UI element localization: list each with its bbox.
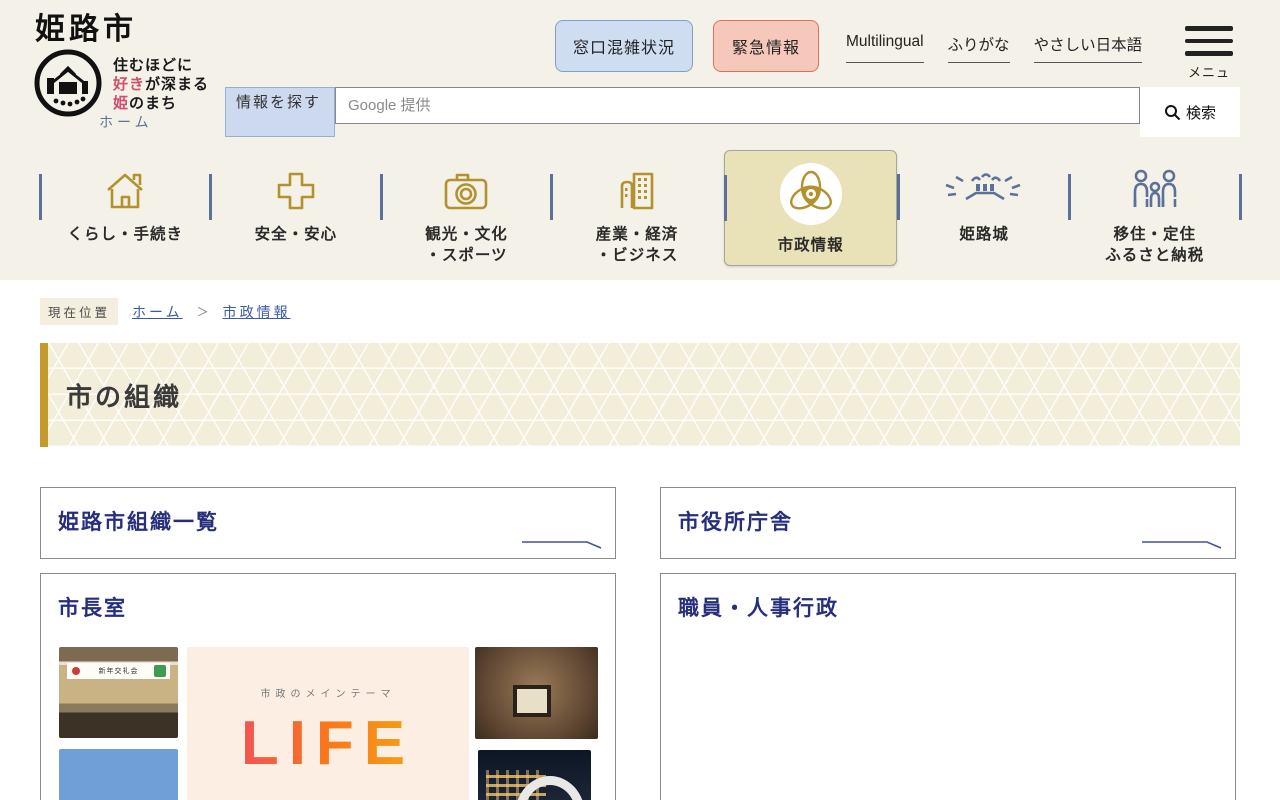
arrow-icon <box>1142 541 1222 549</box>
poster-subtitle: 市政のメインテーマ <box>260 689 396 700</box>
flag-dot <box>72 667 80 676</box>
easy-japanese-link[interactable]: やさしい日本語 <box>1033 33 1143 63</box>
award-group-photo <box>475 647 598 739</box>
city-emblem-icon <box>34 49 102 117</box>
breadcrumb-label: 現在位置 <box>40 298 119 325</box>
card-title: 市役所庁舎 <box>678 511 793 534</box>
site-header: 姫路市 住むほどに 好きが深まる 姫のまち ホーム 窓口混雑状況 緊急情報 Mu… <box>0 0 1280 280</box>
global-nav: くらし・手続き 安全・安心 観光・文化 ・スポーツ 産業・経済 ・ビジネス 市政… <box>38 150 1242 266</box>
card-personnel-administration[interactable]: 職員・人事行政 <box>660 573 1236 800</box>
site-tagline: 住むほどに 好きが深まる 姫のまち <box>113 57 210 112</box>
card-city-hall[interactable]: 市役所庁舎 <box>660 487 1236 559</box>
page-title-banner: 市の組織 <box>40 343 1240 447</box>
nav-label: 観光・文化 ・スポーツ <box>425 226 508 264</box>
page: 姫路市 住むほどに 好きが深まる 姫のまち ホーム 窓口混雑状況 緊急情報 Mu… <box>0 0 1280 800</box>
search-icon <box>1164 104 1181 120</box>
search-input[interactable] <box>335 87 1140 124</box>
poster-keywords: 命 くらし 一生 活力 <box>187 793 469 800</box>
night-event-photo <box>478 750 591 800</box>
poster-keyword: 活力 <box>395 793 443 800</box>
ceremony-photo: 新年交礼会 <box>59 647 178 738</box>
nav-item-himeji-castle[interactable]: 姫路城 <box>897 150 1070 266</box>
cross-icon <box>273 166 319 216</box>
card-title: 市長室 <box>58 597 127 620</box>
nav-label: くらし・手続き <box>67 226 184 243</box>
ceremony-banner-text: 新年交礼会 <box>98 668 139 676</box>
outdoor-event-photo <box>59 749 178 800</box>
nav-item-city-government-active[interactable]: 市政情報 <box>723 150 897 266</box>
house-icon <box>102 166 148 216</box>
nav-item-living-procedures[interactable]: くらし・手続き <box>38 150 211 266</box>
site-logo-text[interactable]: 姫路市 <box>35 4 137 48</box>
city-crest-icon <box>789 170 832 210</box>
utility-links: Multilingual ふりがな やさしい日本語 <box>846 33 1143 63</box>
furigana-link[interactable]: ふりがな <box>947 33 1010 63</box>
home-link[interactable]: ホーム <box>99 112 153 132</box>
nav-item-safety[interactable]: 安全・安心 <box>209 150 382 266</box>
poster-keyword: 一生 <box>334 793 382 800</box>
card-organization-list[interactable]: 姫路市組織一覧 <box>40 487 616 559</box>
page-title: 市の組織 <box>66 381 183 412</box>
card-title: 姫路市組織一覧 <box>58 511 219 534</box>
family-icon <box>1129 166 1181 216</box>
search-button[interactable]: 検索 <box>1140 87 1240 137</box>
card-mayor-office[interactable]: 市長室 新年交礼会 市政のメインテーマ LIFE 命 くらし 一生 活力 <box>40 573 616 800</box>
nav-label: 産業・経済 ・ビジネス <box>595 226 679 264</box>
poster-keyword: 命 <box>213 793 237 800</box>
crest-circle <box>779 163 842 225</box>
breadcrumb-home-link[interactable]: ホーム <box>132 302 183 322</box>
poster-title: LIFE <box>187 708 469 779</box>
emergency-info-button[interactable]: 緊急情報 <box>713 20 819 72</box>
arrow-icon <box>522 541 602 549</box>
card-title: 職員・人事行政 <box>678 597 839 620</box>
poster-keyword: くらし <box>250 793 322 800</box>
hamburger-icon <box>1185 26 1233 56</box>
award-frame <box>513 685 551 717</box>
nav-label: 移住・定住 ふるさと納税 <box>1105 226 1205 264</box>
multilingual-link[interactable]: Multilingual <box>846 33 924 63</box>
nav-item-migration-furusato-tax[interactable]: 移住・定住 ふるさと納税 <box>1067 150 1240 266</box>
breadcrumb-separator-icon: ＞ <box>196 305 209 319</box>
breadcrumb-current-link[interactable]: 市政情報 <box>223 302 291 322</box>
nav-label: 安全・安心 <box>254 226 338 243</box>
buildings-icon <box>615 166 659 216</box>
castle-icon <box>942 166 1026 216</box>
nav-item-tourism-culture-sports[interactable]: 観光・文化 ・スポーツ <box>379 150 552 266</box>
logo-row: 住むほどに 好きが深まる 姫のまち <box>33 48 209 118</box>
search-button-label: 検索 <box>1185 104 1216 122</box>
banner-logo <box>154 665 166 678</box>
search-section-label: 情報を探す <box>225 87 335 137</box>
window-congestion-button[interactable]: 窓口混雑状況 <box>555 20 693 72</box>
nav-label: 市政情報 <box>777 237 844 254</box>
nav-label: 姫路城 <box>959 226 1009 243</box>
breadcrumb: 現在位置 ホーム ＞ 市政情報 <box>40 298 291 325</box>
nav-item-industry-business[interactable]: 産業・経済 ・ビジネス <box>550 150 723 266</box>
life-poster: 市政のメインテーマ LIFE 命 くらし 一生 活力 <box>187 647 469 800</box>
camera-icon <box>442 166 490 216</box>
ceremony-banner: 新年交礼会 <box>67 663 170 680</box>
